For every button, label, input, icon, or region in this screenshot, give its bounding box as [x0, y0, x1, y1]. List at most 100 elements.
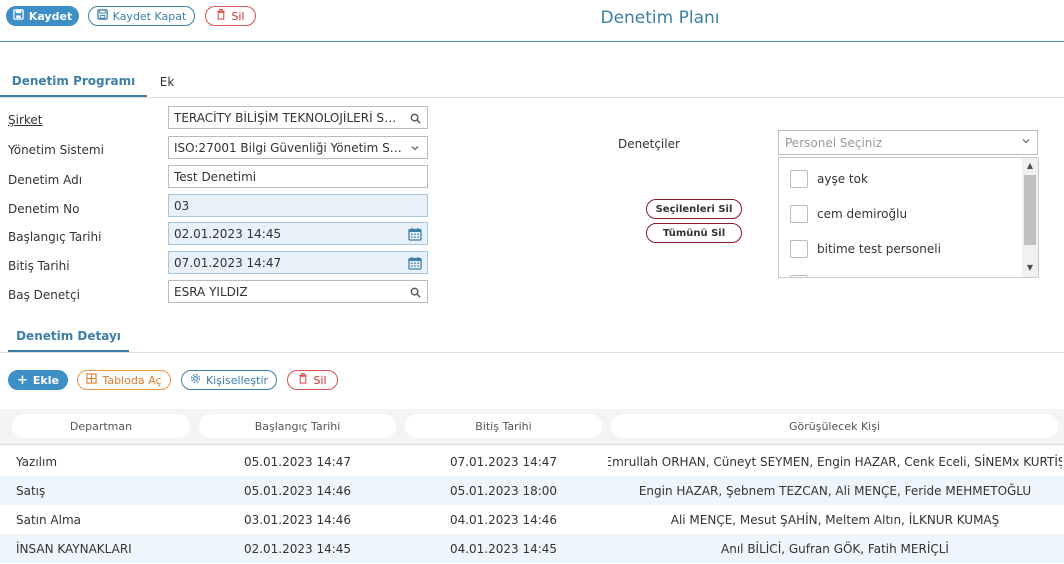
table-row[interactable]: Satış 05.01.2023 14:46 05.01.2023 18:00 …: [0, 476, 1064, 505]
column-header-department[interactable]: Departman: [12, 414, 190, 438]
checkbox[interactable]: [790, 169, 808, 188]
department-cell: Satış: [16, 483, 46, 498]
open-table-button-label: Tabloda Aç: [102, 373, 162, 387]
department-cell: İNSAN KAYNAKLARI: [16, 541, 132, 556]
checkbox[interactable]: [790, 204, 808, 223]
add-button-label: Ekle: [32, 373, 59, 387]
detail-delete-button[interactable]: Sil: [287, 370, 338, 390]
start-date-input[interactable]: 02.01.2023 14:45: [168, 222, 428, 245]
audit-name-value: Test Denetimi: [174, 169, 257, 184]
save-icon: [96, 9, 108, 23]
checkbox[interactable]: [790, 274, 808, 277]
auditors-label: Denetçiler: [618, 137, 680, 151]
lead-auditor-label: Baş Denetçi: [8, 288, 80, 302]
lead-auditor-field[interactable]: ESRA YILDIZ: [168, 280, 428, 303]
remove-all-button[interactable]: Tümünü Sil: [646, 223, 742, 243]
scrollbar[interactable]: ▲ ▼: [1022, 158, 1038, 277]
scroll-up-icon[interactable]: ▲: [1025, 162, 1035, 170]
top-toolbar: Kaydet Kaydet Kapat Sil Denetim Planı: [0, 0, 1064, 42]
end-date-input[interactable]: 07.01.2023 14:47: [168, 251, 428, 274]
list-item[interactable]: ayşe tok: [779, 161, 1019, 196]
tab-audit-program[interactable]: Denetim Programı: [0, 66, 147, 97]
customize-button-label: Kişiselleştir: [205, 373, 269, 387]
interviewee-cell: Ali MENÇE, Mesut ŞAHİN, Meltem Altın, İL…: [670, 512, 1000, 527]
end-date-cell: 07.01.2023 14:47: [449, 454, 558, 469]
audit-no-input[interactable]: 03: [168, 194, 428, 217]
page-title: Denetim Planı: [600, 8, 720, 28]
start-date-label: Başlangıç Tarihi: [8, 230, 102, 244]
gear-icon: [190, 373, 201, 387]
search-icon[interactable]: [407, 284, 423, 300]
start-date-cell: 05.01.2023 14:47: [243, 454, 352, 469]
department-cell: Satın Alma: [16, 512, 82, 527]
personnel-select-placeholder: Personel Seçiniz: [785, 135, 883, 150]
tab-attachment[interactable]: Ek: [147, 66, 187, 97]
end-date-cell: 04.01.2023 14:45: [449, 541, 558, 556]
start-date-cell: 03.01.2023 14:46: [243, 512, 352, 527]
search-icon[interactable]: [407, 110, 423, 126]
remove-all-label: Tümünü Sil: [662, 227, 726, 239]
end-date-value: 07.01.2023 14:47: [174, 255, 282, 270]
column-header-end-date[interactable]: Bitiş Tarihi: [405, 414, 602, 438]
list-item[interactable]: [779, 266, 1019, 277]
interviewee-cell: Engin HAZAR, Şebnem TEZCAN, Ali MENÇE, F…: [638, 483, 1032, 498]
list-item[interactable]: cem demiroğlu: [779, 196, 1019, 231]
scrollbar-thumb[interactable]: [1024, 175, 1036, 245]
table-row[interactable]: Yazılım 05.01.2023 14:47 07.01.2023 14:4…: [0, 447, 1064, 476]
chevron-down-icon: [1021, 135, 1031, 149]
delete-button-label: Sil: [231, 9, 245, 23]
table-row[interactable]: İNSAN KAYNAKLARI 02.01.2023 14:45 04.01.…: [0, 534, 1064, 563]
save-close-button-label: Kaydet Kapat: [112, 9, 187, 23]
end-date-cell: 04.01.2023 14:46: [449, 512, 558, 527]
delete-button[interactable]: Sil: [205, 6, 256, 26]
personnel-list: ayşe tok cem demiroğlu bitime test perso…: [778, 157, 1039, 278]
detail-delete-button-label: Sil: [313, 373, 327, 387]
interviewee-cell: Emrullah ORHAN, Cüneyt SEYMEN, Engin HAZ…: [608, 454, 1062, 469]
table-row[interactable]: Satın Alma 03.01.2023 14:46 04.01.2023 1…: [0, 505, 1064, 534]
audit-name-input[interactable]: Test Denetimi: [168, 165, 428, 188]
checkbox[interactable]: [790, 239, 808, 258]
main-tabs: Denetim Programı Ek: [0, 66, 1064, 98]
lead-auditor-value: ESRA YILDIZ: [174, 284, 248, 299]
management-system-value: ISO:27001 Bilgi Güvenliği Yönetim Sistem…: [174, 140, 403, 155]
add-button[interactable]: + Ekle: [8, 370, 68, 390]
management-system-select[interactable]: ISO:27001 Bilgi Güvenliği Yönetim Sistem…: [168, 136, 428, 159]
remove-selected-button[interactable]: Seçilenleri Sil: [646, 199, 742, 219]
save-close-button[interactable]: Kaydet Kapat: [88, 6, 195, 26]
calendar-icon[interactable]: [407, 226, 423, 242]
remove-selected-label: Seçilenleri Sil: [655, 203, 733, 215]
management-system-label: Yönetim Sistemi: [8, 143, 104, 157]
calendar-icon[interactable]: [407, 255, 423, 271]
start-date-cell: 02.01.2023 14:45: [243, 541, 352, 556]
list-item-label: bitime test personeli: [817, 241, 941, 256]
interviewee-cell: Anıl BİLİCİ, Gufran GÖK, Fatih MERİÇLİ: [721, 541, 949, 556]
trash-icon: [216, 9, 226, 23]
end-date-label: Bitiş Tarihi: [8, 259, 70, 273]
tab-audit-detail[interactable]: Denetim Detayı: [8, 322, 129, 352]
audit-no-value: 03: [174, 198, 190, 213]
save-button[interactable]: Kaydet: [6, 6, 79, 26]
end-date-cell: 05.01.2023 18:00: [449, 483, 558, 498]
start-date-value: 02.01.2023 14:45: [174, 226, 282, 241]
trash-icon: [298, 373, 308, 387]
personnel-select[interactable]: Personel Seçiniz: [778, 130, 1038, 155]
save-icon: [13, 9, 24, 23]
list-item[interactable]: bitime test personeli: [779, 231, 1019, 266]
list-item-label: cem demiroğlu: [817, 206, 908, 221]
audit-name-label: Denetim Adı: [8, 173, 83, 187]
save-button-label: Kaydet: [28, 9, 73, 23]
detail-tabs: Denetim Detayı: [0, 322, 1064, 353]
company-field[interactable]: TERACİTY BİLİŞİM TEKNOLOJİLERİ SAN. TİC.: [168, 106, 428, 129]
plus-icon: +: [17, 372, 28, 388]
customize-button[interactable]: Kişiselleştir: [181, 370, 277, 390]
table-header: Departman Başlangıç Tarihi Bitiş Tarihi …: [0, 409, 1064, 445]
start-date-cell: 05.01.2023 14:46: [243, 483, 352, 498]
open-table-button[interactable]: Tabloda Aç: [77, 370, 171, 390]
column-header-start-date[interactable]: Başlangıç Tarihi: [199, 414, 396, 438]
company-value: TERACİTY BİLİŞİM TEKNOLOJİLERİ SAN. TİC.: [174, 110, 403, 125]
column-header-interviewee[interactable]: Görüşülecek Kişi: [611, 414, 1058, 438]
list-item-label: ayşe tok: [817, 171, 868, 186]
chevron-down-icon: [407, 140, 423, 156]
company-label: Şirket: [8, 113, 43, 127]
scroll-down-icon[interactable]: ▼: [1025, 264, 1035, 272]
